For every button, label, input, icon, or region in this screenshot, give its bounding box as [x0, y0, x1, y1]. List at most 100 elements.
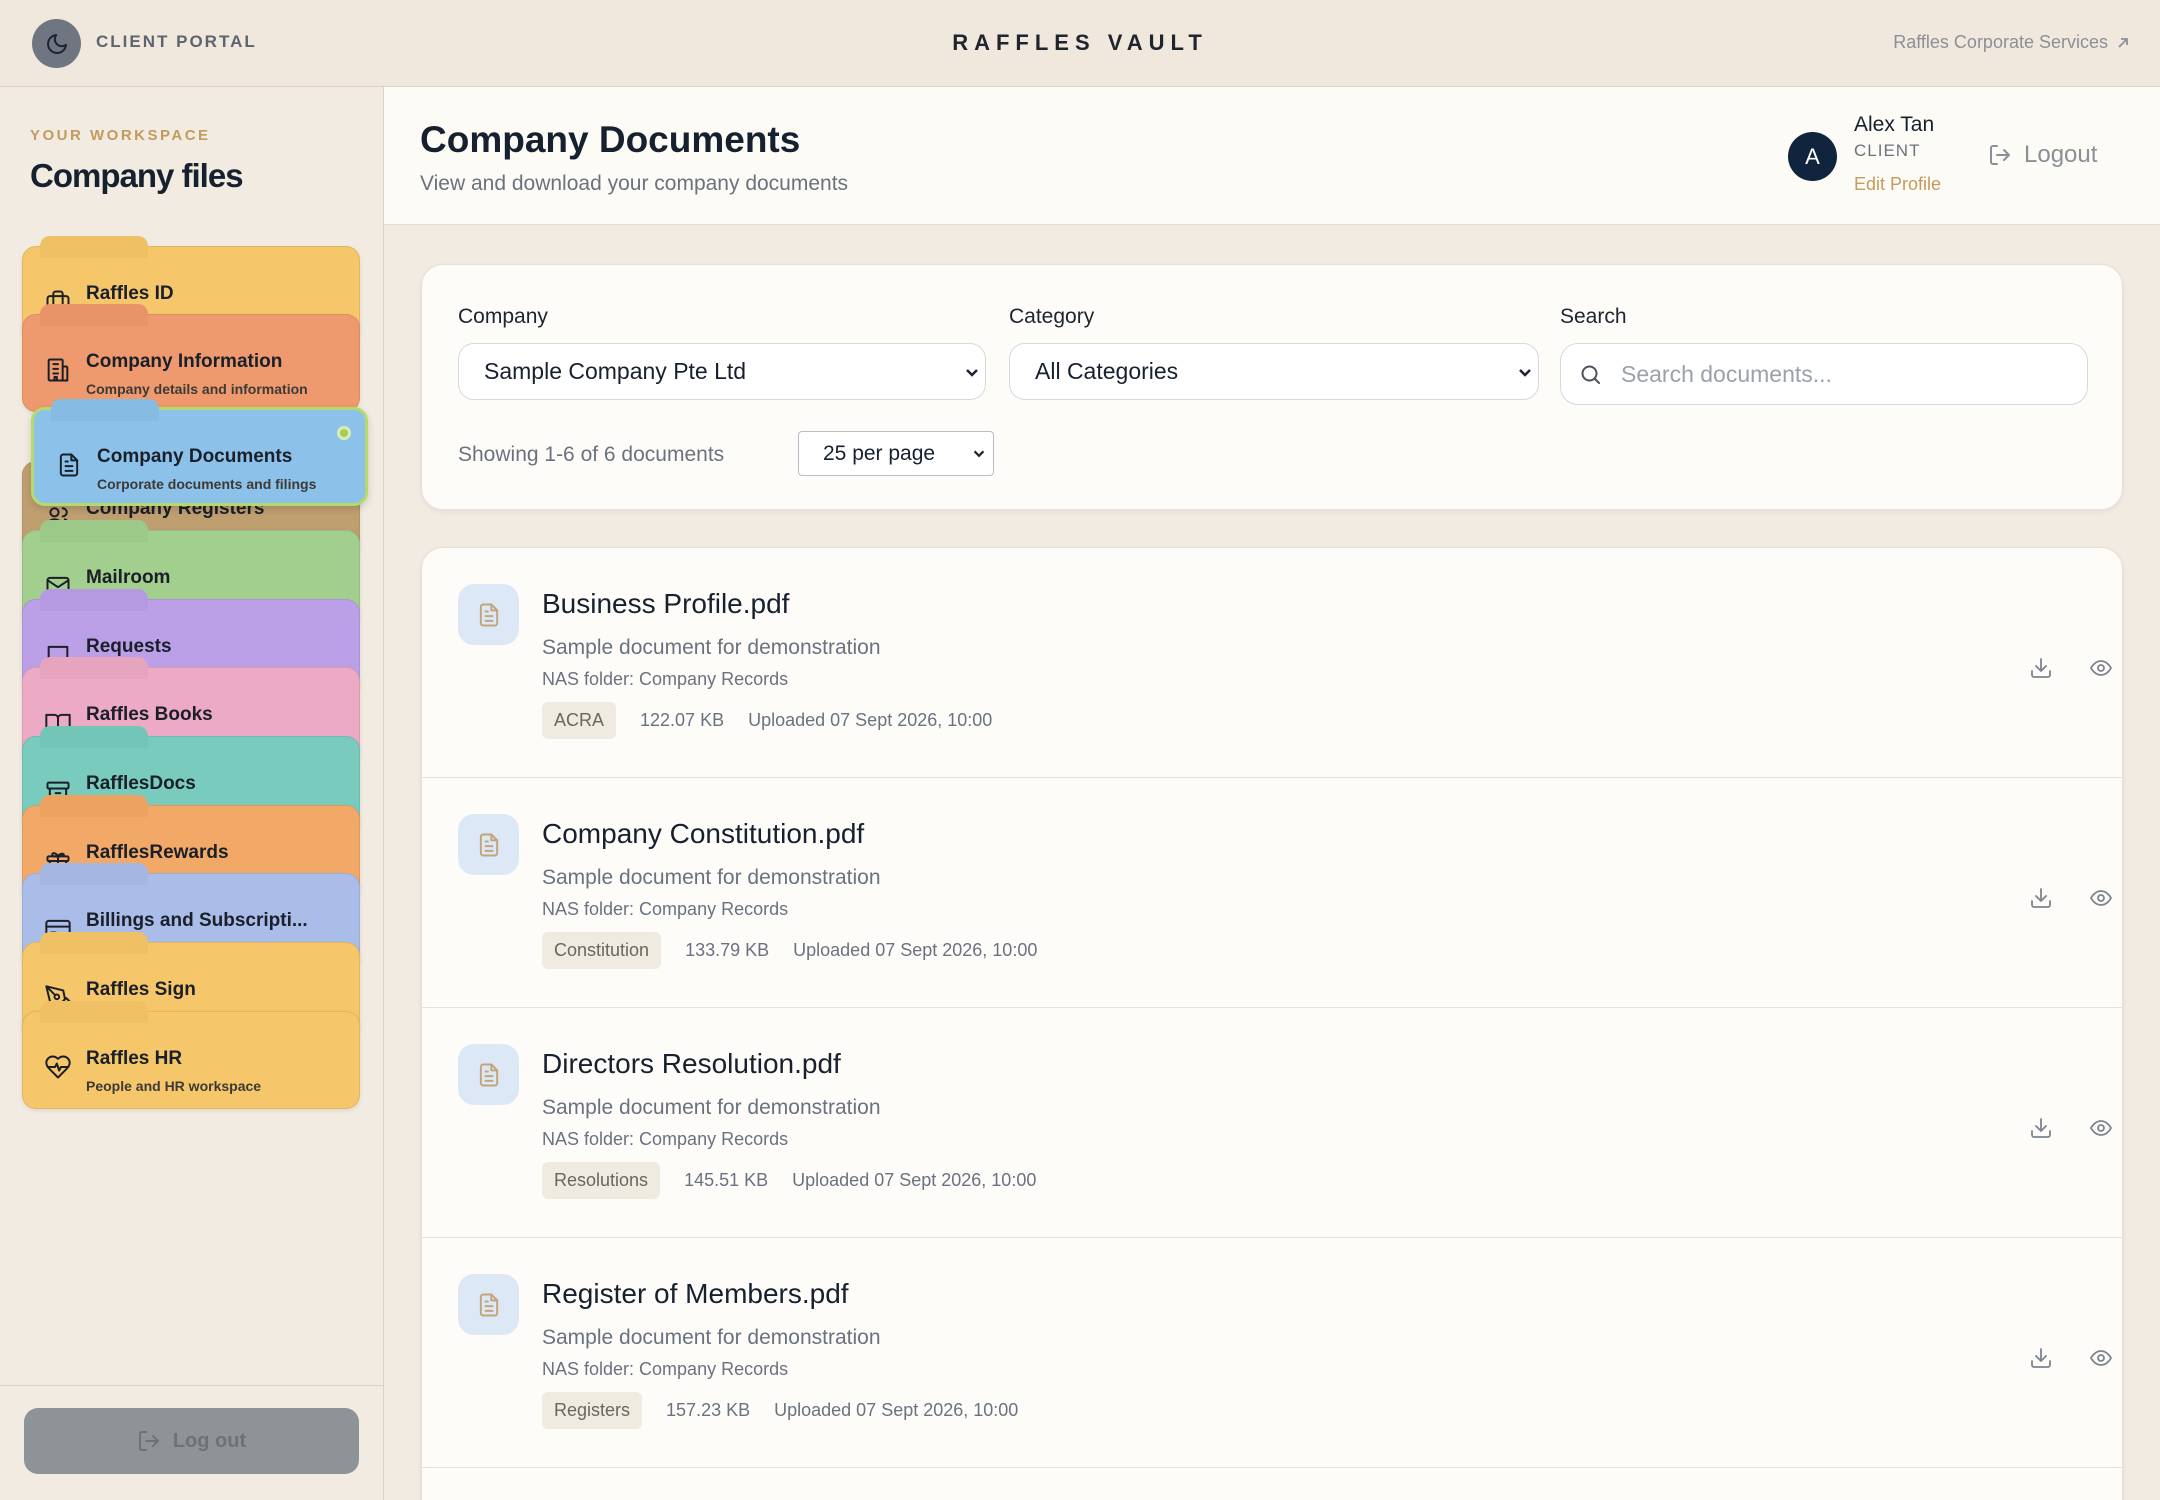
sidebar-item-label: Raffles ID	[86, 283, 174, 304]
page-header: Company Documents View and download your…	[384, 87, 2160, 225]
external-link-icon	[2118, 37, 2128, 48]
sidebar-item-label: RafflesRewards	[86, 842, 229, 863]
sidebar-item-company-documents[interactable]: Company Documents Corporate documents and…	[31, 399, 368, 506]
sidebar-item-label: RafflesDocs	[86, 773, 196, 794]
category-tag: Registers	[542, 1392, 643, 1429]
edit-profile-link[interactable]: Edit Profile	[1854, 174, 1941, 195]
document-uploaded: Uploaded 07 Sept 2026, 10:00	[774, 1400, 1019, 1420]
category-tag: Constitution	[542, 932, 662, 969]
folder-tab	[40, 726, 148, 748]
search-label: Search	[1560, 305, 1627, 328]
sidebar-item-raffles-hr[interactable]: Raffles HR People and HR workspace	[22, 1001, 360, 1109]
document-meta: Registers 157.23 KB Uploaded 07 Sept 2026,…	[542, 1392, 1018, 1429]
preview-button[interactable]	[2085, 1342, 2117, 1374]
document-list: Business Profile.pdf Sample document for …	[421, 547, 2123, 1500]
corporate-services-link[interactable]: Raffles Corporate Services	[1893, 32, 2130, 53]
sidebar-logout-label: Log out	[172, 1429, 247, 1452]
download-button[interactable]	[2025, 1112, 2057, 1144]
sidebar-item-label: Mailroom	[86, 567, 171, 588]
sidebar-footer: Log out	[0, 1385, 384, 1500]
eye-icon	[2090, 1120, 2112, 1136]
document-folder: NAS folder: Company Records	[542, 669, 789, 689]
filter-card: Company Sample Company Pte Ltd Category …	[421, 264, 2123, 510]
preview-button[interactable]	[2085, 652, 2117, 684]
eye-icon	[2090, 890, 2112, 906]
header-logout-label: Logout	[2024, 141, 2098, 168]
chevron-down-icon	[966, 369, 978, 377]
logout-icon	[138, 1431, 159, 1451]
file-icon	[458, 1044, 519, 1105]
document-row[interactable]: Directors Resolution.pdf Sample document …	[422, 1008, 2122, 1238]
category-filter-label: Category	[1009, 305, 1095, 328]
folder-tab	[40, 589, 148, 611]
page-subtitle: View and download your company documents	[420, 172, 849, 195]
workspace-title: Company files	[30, 157, 244, 194]
eye-icon	[2090, 1350, 2112, 1366]
document-description: Sample document for demonstration	[542, 866, 881, 889]
download-icon	[2031, 1118, 2051, 1138]
sidebar-logout-button[interactable]: Log out	[24, 1408, 359, 1474]
sidebar-item-description: Company details and information	[86, 381, 308, 397]
company-select-value: Sample Company Pte Ltd	[484, 358, 747, 384]
top-bar: CLIENT PORTAL RAFFLES VAULT Raffles Corp…	[0, 0, 2160, 87]
active-indicator	[337, 426, 351, 440]
sidebar-item-label: Requests	[86, 636, 172, 657]
sidebar-item-label: Raffles HR	[86, 1048, 183, 1069]
sidebar-item-description: People and HR workspace	[86, 1078, 262, 1094]
sidebar-item-label: Billings and Subscripti...	[86, 910, 308, 931]
chevron-down-icon	[1519, 369, 1531, 377]
header-logout-button[interactable]: Logout	[1988, 141, 2097, 169]
user-name: Alex Tan	[1854, 113, 1935, 136]
sidebar-item-label: Company Documents	[97, 446, 293, 467]
eye-icon	[2090, 660, 2112, 676]
search-input[interactable]: Search documents...	[1560, 343, 2088, 405]
download-button[interactable]	[2025, 1342, 2057, 1374]
main-content: Company Sample Company Pte Ltd Category …	[384, 225, 2160, 1500]
category-tag: ACRA	[542, 702, 617, 739]
document-name[interactable]: Register of Members.pdf	[542, 1278, 849, 1310]
download-button[interactable]	[2025, 652, 2057, 684]
download-button[interactable]	[2025, 882, 2057, 914]
corporate-services-label: Raffles Corporate Services	[1893, 32, 2108, 52]
download-icon	[2031, 1348, 2051, 1368]
folder-tab	[40, 1001, 148, 1023]
sidebar-item-description: Corporate documents and filings	[97, 476, 317, 492]
sidebar-item-label: Raffles Books	[86, 704, 213, 725]
document-row[interactable]: Register of Members.pdf Sample document f…	[422, 1238, 2122, 1468]
file-icon	[458, 1274, 519, 1335]
document-name[interactable]: Directors Resolution.pdf	[542, 1048, 841, 1080]
preview-button[interactable]	[2085, 882, 2117, 914]
document-row[interactable]: Business Profile.pdf Sample document for …	[422, 548, 2122, 778]
document-row[interactable]: Company Constitution.pdf Sample document …	[422, 778, 2122, 1008]
document-name[interactable]: Business Profile.pdf	[542, 588, 789, 620]
folder-tab	[40, 657, 148, 679]
sidebar-item-company-information[interactable]: Company Information Company details and i…	[22, 304, 360, 412]
company-select[interactable]: Sample Company Pte Ltd	[458, 343, 986, 400]
file-icon	[458, 584, 519, 645]
folder-tab	[40, 236, 148, 258]
document-name[interactable]: Company Constitution.pdf	[542, 818, 864, 850]
sidebar: YOUR WORKSPACE Company files Raffles IDY…	[0, 87, 384, 1500]
document-meta: Constitution 133.79 KB Uploaded 07 Sept 20…	[542, 932, 1037, 969]
category-select-value: All Categories	[1035, 358, 1179, 384]
document-size: 145.51 KB	[684, 1170, 769, 1190]
search-icon	[1581, 365, 1600, 384]
category-select[interactable]: All Categories	[1009, 343, 1539, 400]
document-size: 157.23 KB	[666, 1400, 751, 1420]
avatar[interactable]: A	[1788, 132, 1837, 181]
preview-button[interactable]	[2085, 1112, 2117, 1144]
per-page-select[interactable]: 25 per page	[798, 431, 994, 476]
chevron-down-icon	[973, 450, 985, 458]
document-meta: ACRA 122.07 KB Uploaded 07 Sept 2026, 10:0…	[542, 702, 992, 739]
folder-tab	[51, 399, 159, 421]
search-placeholder: Search documents...	[1621, 360, 1832, 387]
document-folder: NAS folder: Company Records	[542, 1359, 789, 1379]
workspace-label: YOUR WORKSPACE	[30, 127, 211, 144]
portal-label: CLIENT PORTAL	[96, 32, 257, 51]
document-folder: NAS folder: Company Records	[542, 899, 789, 919]
sidebar-item-label: Raffles Sign	[86, 979, 196, 1000]
document-icon	[54, 450, 84, 480]
theme-toggle-button[interactable]	[32, 19, 81, 68]
folder-tab	[40, 795, 148, 817]
document-description: Sample document for demonstration	[542, 1096, 881, 1119]
